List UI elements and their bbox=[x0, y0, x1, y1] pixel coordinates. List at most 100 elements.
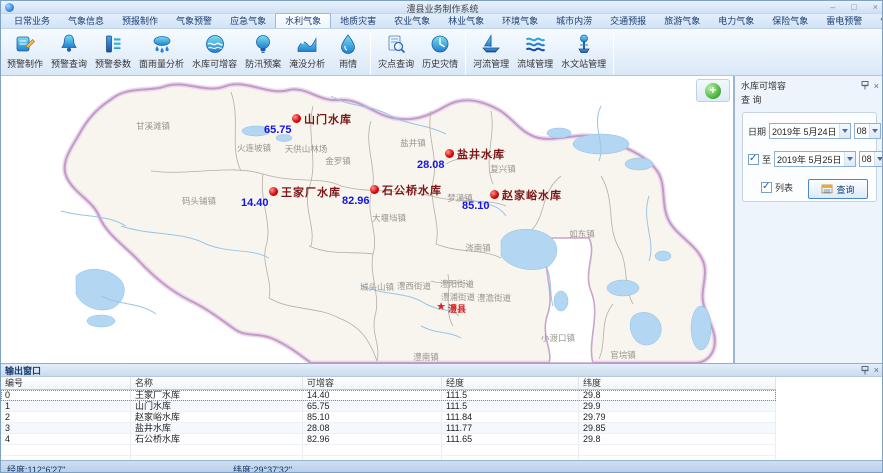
tab-geo-disaster[interactable]: 地质灾害 bbox=[331, 14, 385, 28]
town-label: 澧西街道 bbox=[397, 280, 431, 292]
reservoir-capacity-button[interactable]: 水库可增容 bbox=[188, 31, 241, 71]
tab-emergency-weather[interactable]: 应急气象 bbox=[221, 14, 275, 28]
column-header[interactable]: 名称 bbox=[131, 377, 303, 389]
to-label: 至 bbox=[762, 153, 771, 166]
disaster-history-button[interactable]: 历史灾情 bbox=[418, 31, 462, 71]
table-row[interactable]: 1 山门水库 65.75 111.5 29.9 bbox=[1, 401, 776, 412]
town-label: 澧阳街道 bbox=[440, 278, 474, 290]
map-tool-chip: + bbox=[696, 79, 730, 102]
reservoir-name: 石公桥水库 bbox=[382, 182, 442, 198]
tab-traffic-forecast[interactable]: 交通预报 bbox=[601, 14, 655, 28]
cell-capacity: 82.96 bbox=[303, 434, 442, 444]
tab-daily-business[interactable]: 日常业务 bbox=[5, 14, 59, 28]
alert-params-button[interactable]: 预警参数 bbox=[91, 31, 135, 71]
tab-forecast-making[interactable]: 预报制作 bbox=[113, 14, 167, 28]
title-bar: 澧县业务制作系统 – □ × bbox=[1, 1, 883, 14]
start-date-select[interactable]: 2019年 5月24日 bbox=[769, 123, 851, 139]
town-label: 澧南镇 bbox=[413, 351, 439, 363]
zoom-in-button[interactable]: + bbox=[705, 83, 721, 99]
reservoir-dot-icon bbox=[445, 149, 454, 158]
query-button[interactable]: 查询 bbox=[808, 179, 868, 199]
app-window: 澧县业务制作系统 – □ × 日常业务 气象信息 预报制作 气象预警 应急气象 … bbox=[0, 0, 883, 473]
tab-weather-warning[interactable]: 气象预警 bbox=[167, 14, 221, 28]
reservoir-capacity-panel: 水库可增容 × 查 询 日期 2019年 5月24日 08 时 bbox=[734, 76, 883, 363]
tool-label: 流域管理 bbox=[517, 57, 553, 70]
column-header[interactable]: 编号 bbox=[1, 377, 131, 389]
submerge-analysis-button[interactable]: 淹没分析 bbox=[285, 31, 329, 71]
town-label: 火连坡镇 bbox=[237, 142, 271, 154]
rain-info-button[interactable]: 雨情 bbox=[329, 31, 367, 71]
tool-label: 预警查询 bbox=[51, 57, 87, 70]
tab-power-weather[interactable]: 电力气象 bbox=[709, 14, 763, 28]
end-hour-select[interactable]: 08 bbox=[859, 151, 883, 167]
chevron-down-icon bbox=[869, 124, 880, 138]
basin-waves-icon bbox=[523, 32, 547, 56]
tab-agriculture-weather[interactable]: 农业气象 bbox=[385, 14, 439, 28]
close-icon[interactable]: × bbox=[874, 365, 879, 375]
table-row[interactable]: 0 王家厂水库 14.40 111.5 29.8 bbox=[1, 390, 776, 401]
town-label: 涔南镇 bbox=[465, 242, 491, 254]
area-rainfall-button[interactable]: 面雨量分析 bbox=[135, 31, 188, 71]
town-label: 盐井镇 bbox=[400, 137, 426, 149]
cell-id: 0 bbox=[1, 390, 131, 400]
town-label: 复兴镇 bbox=[490, 163, 516, 175]
reservoir-value: 14.40 bbox=[241, 197, 269, 209]
tab-weather-index[interactable]: 气象指数 bbox=[871, 14, 883, 28]
river-manage-button[interactable]: 河流管理 bbox=[469, 31, 513, 71]
column-header[interactable]: 可增容 bbox=[303, 377, 442, 389]
town-label: 如东镇 bbox=[569, 228, 595, 240]
tab-urban-flood[interactable]: 城市内涝 bbox=[547, 14, 601, 28]
town-label: 金罗镇 bbox=[325, 155, 351, 167]
flood-plan-button[interactable]: 防汛预案 bbox=[241, 31, 285, 71]
map-canvas[interactable]: 甘溪滩镇 火连坡镇 天供山林场 金罗镇 盐井镇 码头铺镇 复兴镇 梦溪镇 大堰垱… bbox=[1, 76, 734, 363]
query-button-icon bbox=[821, 183, 833, 195]
river-sail-icon bbox=[479, 32, 503, 56]
reservoir-value: 85.10 bbox=[462, 200, 490, 212]
maximize-button[interactable]: □ bbox=[851, 1, 856, 14]
pin-icon[interactable] bbox=[861, 366, 869, 375]
to-date-checkbox[interactable]: ✓ bbox=[748, 154, 759, 165]
tab-water-weather[interactable]: 水利气象 bbox=[275, 13, 331, 28]
tab-weather-info[interactable]: 气象信息 bbox=[59, 14, 113, 28]
reservoir-dot-icon bbox=[370, 185, 379, 194]
close-icon[interactable]: × bbox=[874, 81, 879, 91]
tool-label: 雨情 bbox=[339, 57, 357, 70]
cell-longitude: 111.5 bbox=[442, 401, 579, 411]
tab-environment-weather[interactable]: 环境气象 bbox=[493, 14, 547, 28]
tab-insurance-weather[interactable]: 保险气象 bbox=[763, 14, 817, 28]
minimize-button[interactable]: – bbox=[830, 1, 835, 14]
reservoir-name: 王家厂水库 bbox=[281, 184, 341, 200]
table-row[interactable]: 3 盐井水库 28.08 111.77 29.85 bbox=[1, 423, 776, 434]
pin-icon[interactable] bbox=[861, 81, 869, 90]
cell-latitude: 29.8 bbox=[579, 390, 776, 400]
tab-lightning-warning[interactable]: 雷电预警 bbox=[817, 14, 871, 28]
hydro-station-manage-button[interactable]: 水文站管理 bbox=[557, 31, 610, 71]
toolbar-separator bbox=[613, 32, 614, 74]
basin-manage-button[interactable]: 流域管理 bbox=[513, 31, 557, 71]
reservoir-value: 28.08 bbox=[417, 159, 445, 171]
cell-capacity: 65.75 bbox=[303, 401, 442, 411]
reservoir-value: 65.75 bbox=[264, 124, 292, 136]
query-group-box: 日期 2019年 5月24日 08 时 ✓ 至 2019年 5月25日 bbox=[742, 112, 877, 202]
cell-longitude: 111.84 bbox=[442, 412, 579, 422]
start-hour-select[interactable]: 08 bbox=[854, 123, 881, 139]
list-checkbox[interactable]: ✓ bbox=[761, 182, 772, 193]
alert-make-button[interactable]: 预警制作 bbox=[3, 31, 47, 71]
disaster-history-icon bbox=[428, 32, 452, 56]
tab-tourism-weather[interactable]: 旅游气象 bbox=[655, 14, 709, 28]
town-label: 小渡口镇 bbox=[541, 332, 575, 344]
table-row[interactable]: 4 石公桥水库 82.96 111.65 29.8 bbox=[1, 434, 776, 445]
tab-forestry-weather[interactable]: 林业气象 bbox=[439, 14, 493, 28]
county-seat-label: 澧县 bbox=[448, 302, 466, 315]
reservoir-dot-icon bbox=[490, 190, 499, 199]
list-label: 列表 bbox=[775, 181, 793, 194]
end-date-select[interactable]: 2019年 5月25日 bbox=[774, 151, 856, 167]
column-header[interactable]: 经度 bbox=[442, 377, 579, 389]
tool-label: 面雨量分析 bbox=[139, 57, 184, 70]
disaster-point-query-button[interactable]: 灾点查询 bbox=[374, 31, 418, 71]
close-button[interactable]: × bbox=[873, 1, 878, 14]
reservoir-value: 82.96 bbox=[342, 195, 370, 207]
column-header[interactable]: 纬度 bbox=[579, 377, 776, 389]
table-row[interactable]: 2 赵家峪水库 85.10 111.84 29.79 bbox=[1, 412, 776, 423]
alert-query-button[interactable]: 预警查询 bbox=[47, 31, 91, 71]
